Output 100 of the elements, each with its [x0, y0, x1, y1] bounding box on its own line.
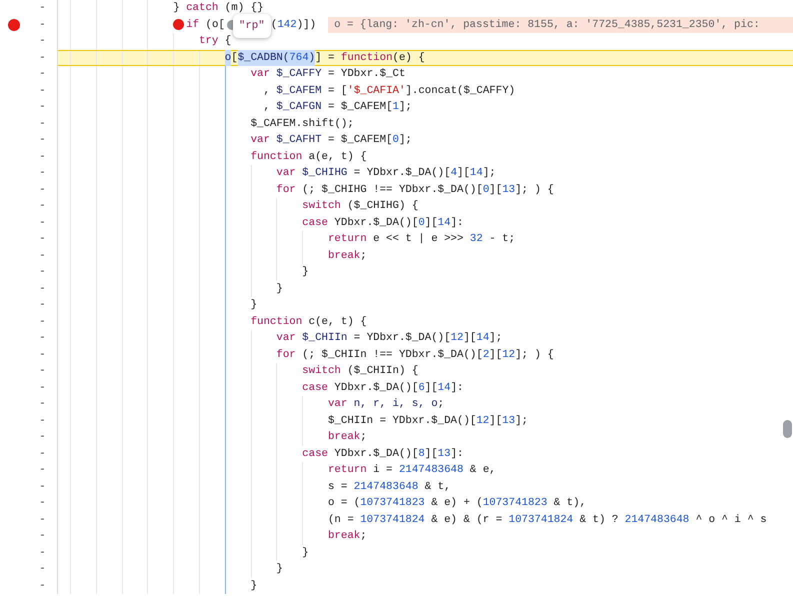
code-keyword: return — [328, 232, 367, 247]
code-keyword: var — [328, 397, 348, 412]
code-token: ( — [270, 18, 278, 32]
code-token: = [ — [327, 84, 348, 98]
code-token: 2 — [482, 348, 490, 362]
code-keyword: break — [328, 430, 360, 445]
code-token: 0 — [392, 133, 399, 148]
inline-breakpoint-icon[interactable] — [173, 19, 184, 30]
code-token: 8 — [418, 446, 425, 462]
code-token: (; $_CHIHG !== YDbxr.$_DA()[ — [301, 182, 483, 198]
breakpoint-icon[interactable] — [8, 18, 20, 31]
code-token: 142 — [277, 18, 297, 32]
code-token: 2147483648 — [354, 480, 418, 494]
code-token: ]; — [398, 133, 412, 148]
code-token: $_CAFGN — [276, 100, 322, 115]
code-token: - t; — [488, 232, 516, 247]
code-token: } — [302, 546, 309, 560]
code-token: ].concat($_CAFFY) — [405, 84, 516, 98]
code-keyword: break — [328, 529, 360, 544]
code-token: 0 — [482, 182, 490, 198]
code-token: (n = — [328, 512, 355, 528]
code-token: (o[ — [204, 18, 225, 32]
code-token: & e, — [468, 463, 496, 478]
line-number: - — [39, 562, 46, 577]
line-number: - — [39, 116, 46, 132]
code-token: } — [276, 282, 283, 296]
line-number: - — [39, 480, 46, 494]
code-token: ($_CHIHG) { — [346, 199, 418, 214]
code-token: 12 — [476, 414, 490, 428]
line-number: - — [39, 529, 46, 544]
code-keyword: return — [328, 463, 367, 478]
code-keyword: case — [302, 380, 328, 396]
code-token: 13 — [502, 414, 516, 428]
code-token: ($_CHIIn) { — [346, 364, 418, 379]
code-token: 6 — [418, 380, 425, 396]
line-number: - — [39, 18, 46, 32]
line-number: - — [39, 67, 46, 82]
code-token: )]) — [296, 18, 316, 32]
code-token: , — [262, 84, 271, 98]
line-number: - — [39, 182, 46, 198]
code-keyword: catch — [186, 1, 218, 16]
code-token: ] = — [315, 50, 336, 66]
code-keyword: for — [276, 348, 296, 362]
code-keyword: switch — [302, 364, 341, 379]
code-token: & t), — [552, 496, 586, 511]
code-token: 32 — [470, 232, 483, 247]
line-number: - — [39, 166, 46, 181]
code-keyword: try — [198, 34, 218, 49]
code-token: 1 — [392, 100, 399, 115]
line-number: - — [39, 133, 46, 148]
code-token: 14 — [470, 166, 483, 181]
line-number: - — [39, 282, 46, 296]
code-token: } — [302, 265, 309, 280]
code-token: ][ — [424, 380, 438, 396]
code-token: $_CHIIn — [301, 331, 348, 346]
code-token: YDbxr.$_DA()[ — [333, 380, 418, 396]
code-token: & t) ? — [578, 512, 620, 528]
code-token: ][ — [424, 216, 438, 230]
code-token: $_CAFEM — [276, 84, 322, 98]
code-token: $_CADBN( — [238, 50, 290, 66]
code-token: ]: — [450, 216, 464, 230]
code-token: 1073741824 — [360, 512, 425, 528]
code-token: 1073741823 — [482, 496, 548, 511]
code-token: ; — [360, 248, 367, 264]
line-number: - — [39, 380, 46, 396]
line-number: - — [39, 578, 46, 594]
code-token: } — [276, 562, 283, 577]
code-token: 4 — [450, 166, 458, 181]
inline-value-preview: o = {lang: 'zh-cn', passtime: 8155, a: '7725_4385,5231_2350', pic: — [328, 16, 793, 33]
code-keyword: var — [276, 166, 296, 181]
line-number: - — [39, 348, 46, 362]
code-token: ]; — [515, 414, 528, 428]
code-keyword: function — [250, 314, 302, 330]
scrollbar-thumb[interactable] — [783, 420, 792, 438]
line-number: - — [39, 84, 46, 98]
code-token: , — [262, 100, 271, 115]
code-token: ][ — [457, 166, 470, 181]
line-number: - — [39, 314, 46, 330]
code-token: c(e, t) { — [308, 314, 367, 330]
line-number: - — [39, 199, 46, 214]
line-number: - — [39, 232, 46, 247]
code-token: ]; — [489, 331, 502, 346]
line-number: - — [39, 248, 46, 264]
code-token: 2147483648 — [398, 463, 464, 478]
code-keyword: function — [250, 150, 302, 164]
line-number: - — [39, 298, 46, 313]
code-token: = $_CAFEM[ — [327, 100, 393, 115]
code-token: { — [224, 34, 232, 49]
line-number: - — [39, 430, 46, 445]
code-token: $_CAFFY — [275, 67, 322, 82]
code-token: YDbxr.$_DA()[ — [333, 216, 418, 230]
code-token: o = ( — [328, 496, 360, 511]
code-token: 13 — [438, 446, 451, 462]
code-keyword: if — [186, 18, 200, 32]
code-token: $_CHIHG — [301, 166, 348, 181]
code-token: = YDbxr.$_DA()[ — [352, 166, 451, 181]
code-keyword: switch — [302, 199, 341, 214]
code-token: ][ — [463, 331, 476, 346]
line-number: - — [39, 265, 46, 280]
code-token: 1073741823 — [360, 496, 425, 511]
